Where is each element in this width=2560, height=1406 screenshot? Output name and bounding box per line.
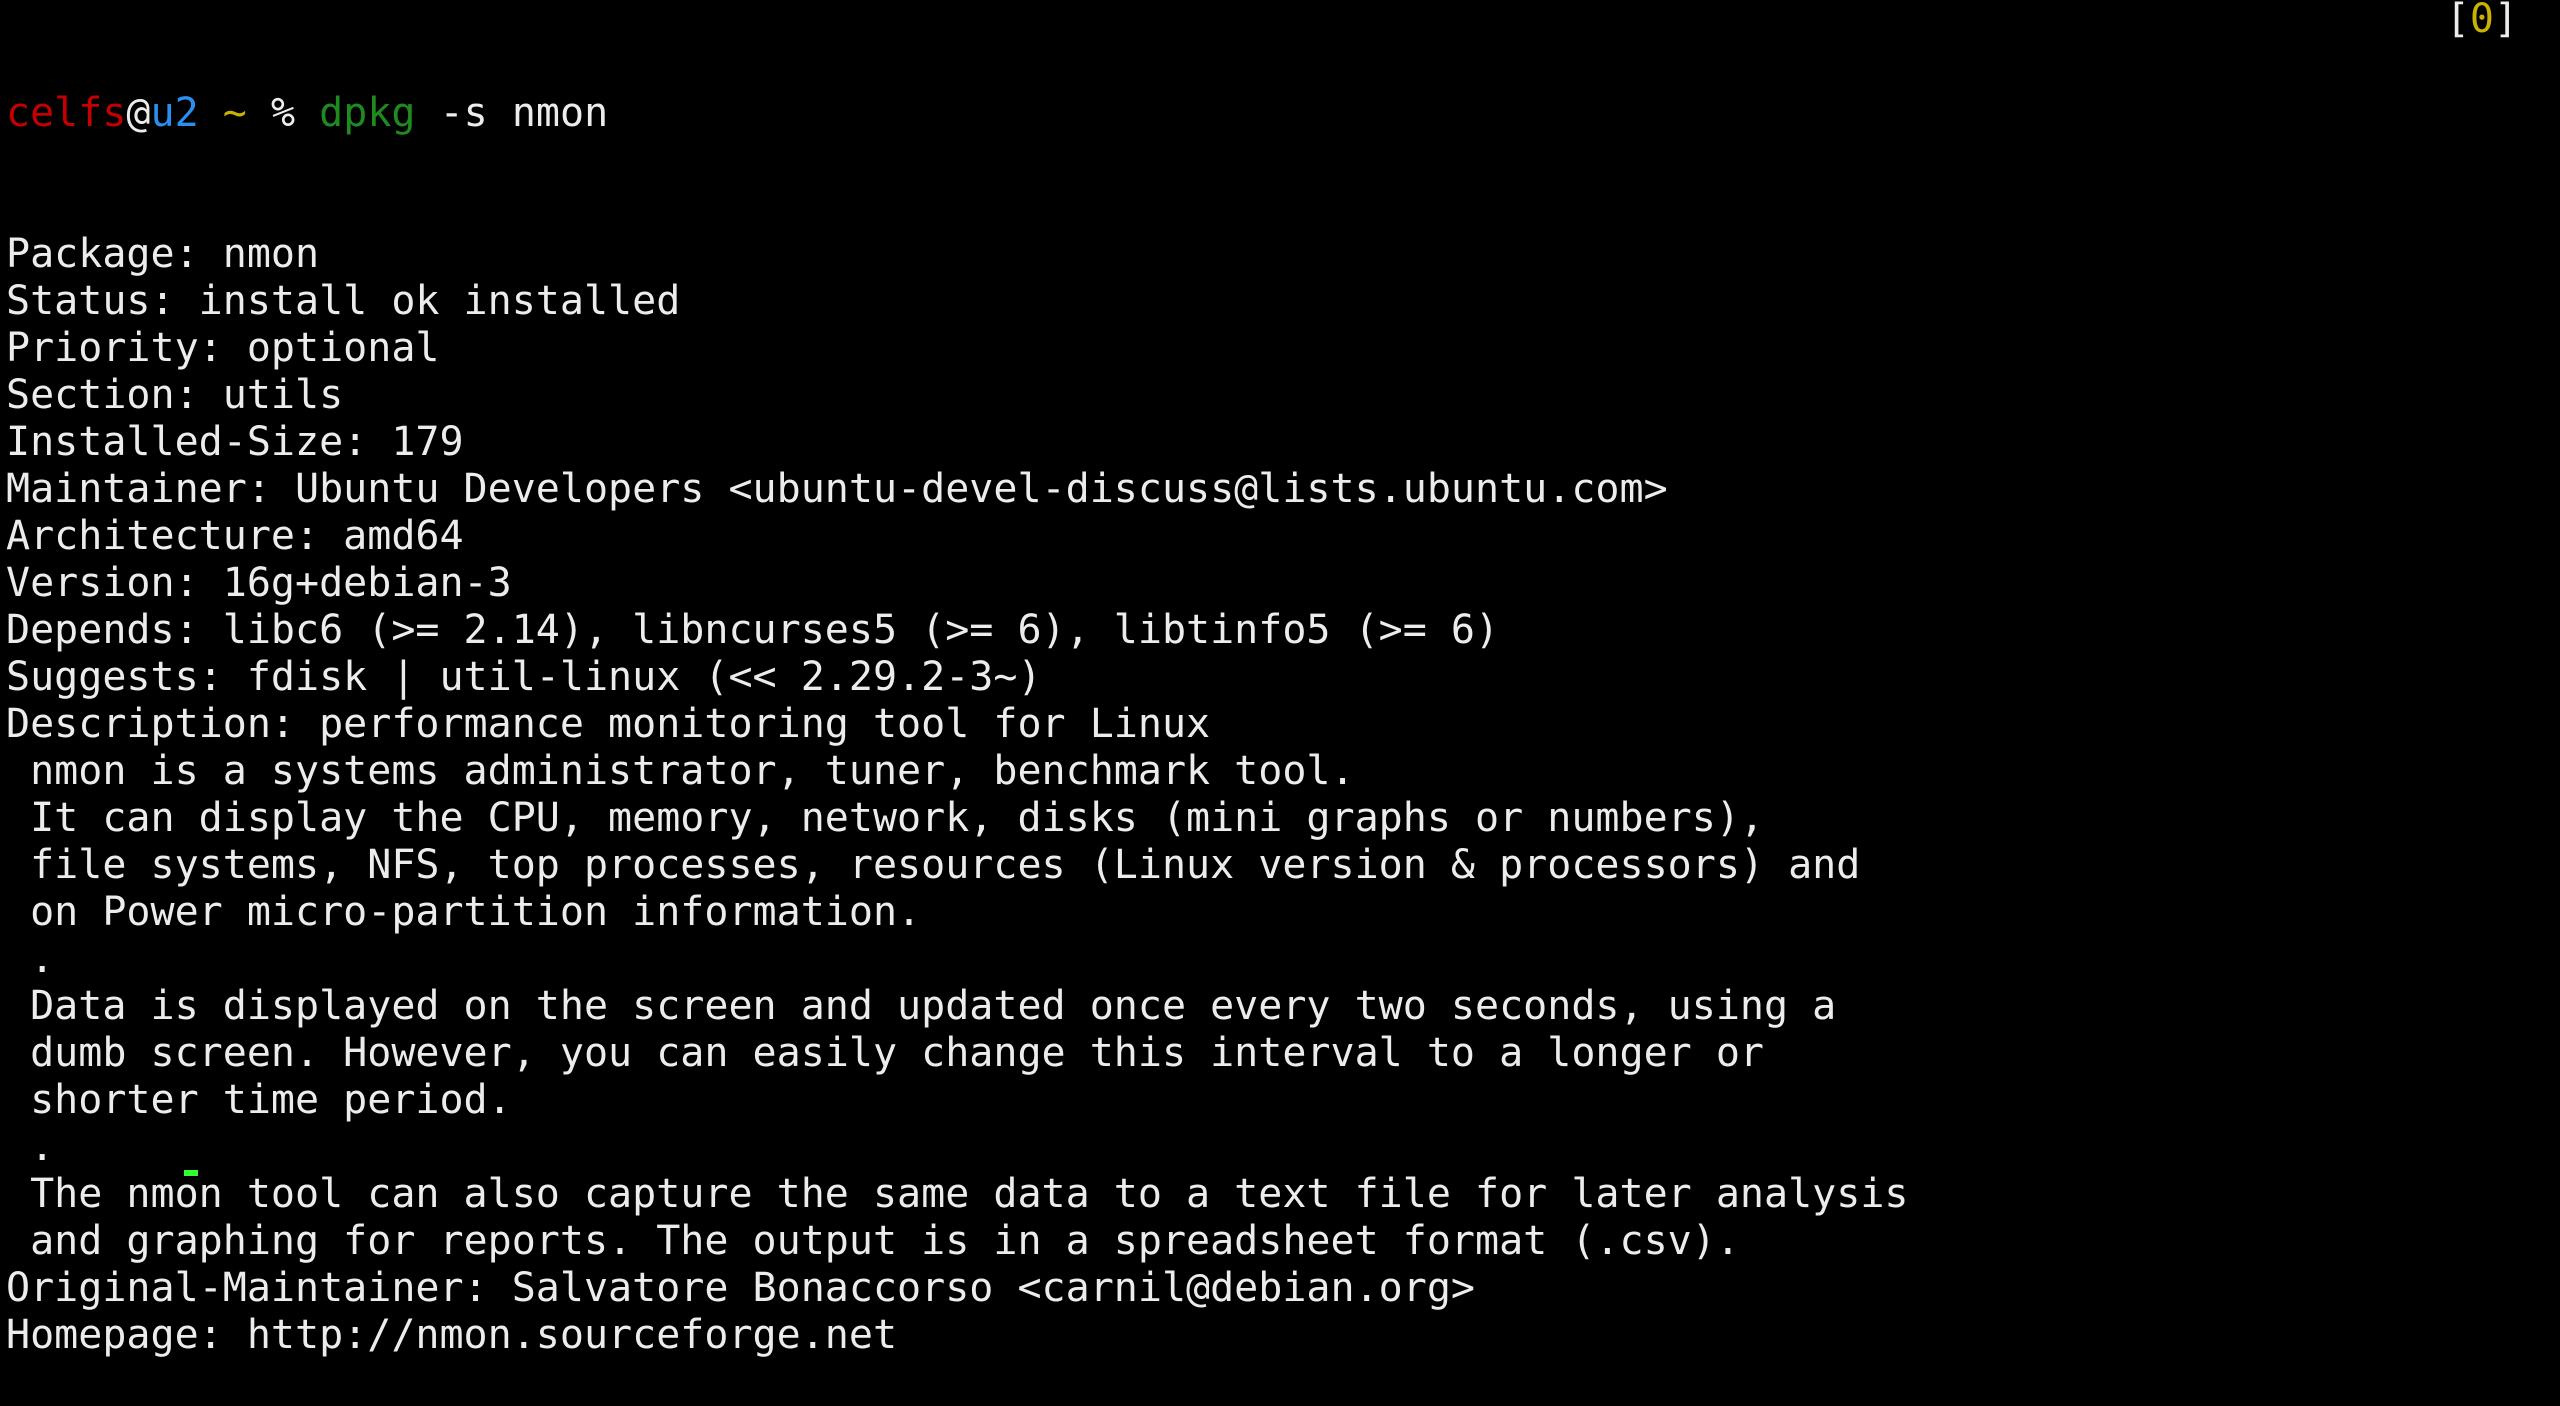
output-line: Suggests: fdisk | util-linux (<< 2.29.2-… [6,654,1042,700]
output-line: Homepage: http://nmon.sourceforge.net [6,1312,898,1358]
output-line: . [6,936,55,982]
bracket-close: ] [2493,0,2518,42]
prompt-user: celfs [6,90,127,136]
output-line: . [6,1124,55,1170]
output-line: Original-Maintainer: Salvatore Bonaccors… [6,1265,1476,1311]
output-line: dumb screen. However, you can easily cha… [6,1030,1764,1076]
output-line: Description: performance monitoring tool… [6,701,1211,747]
prompt-at: @ [126,90,151,136]
prompt-host: u2 [150,90,199,136]
window-index: 0 [2469,0,2494,42]
prompt-line: celfs@u2 ~ % dpkg -s nmon [6,90,1908,137]
output-line: It can display the CPU, memory, network,… [6,795,1764,841]
output-line: nmon is a systems administrator, tuner, … [6,748,1355,794]
window-indicator: [0] [2446,0,2518,43]
prompt-cwd: ~ [222,90,247,136]
output-line: Architecture: amd64 [6,513,464,559]
output-line: on Power micro-partition information. [6,889,922,935]
terminal-cursor [184,1170,198,1176]
output-line: Data is displayed on the screen and upda… [6,983,1837,1029]
terminal-output: celfs@u2 ~ % dpkg -s nmon Package: nmon S… [6,0,1908,1406]
prompt-symbol: % [270,90,296,136]
output-line: The nmon tool can also capture the same … [6,1171,1909,1217]
output-line: and graphing for reports. The output is … [6,1218,1740,1264]
output-line: Installed-Size: 179 [6,419,464,465]
output-line: Package: nmon [6,231,320,277]
output-line: Status: install ok installed [6,278,681,324]
output-line: Section: utils [6,372,344,418]
output-line: file systems, NFS, top processes, resour… [6,842,1861,888]
command-name: dpkg [319,90,416,136]
output-line: Version: 16g+debian-3 [6,560,512,606]
output-line: shorter time period. [6,1077,512,1123]
bracket-open: [ [2445,0,2470,42]
output-line: Depends: libc6 (>= 2.14), libncurses5 (>… [6,607,1500,653]
output-line: Priority: optional [6,325,440,371]
output-line: Maintainer: Ubuntu Developers <ubuntu-de… [6,466,1668,512]
command-args: -s nmon [439,90,609,136]
